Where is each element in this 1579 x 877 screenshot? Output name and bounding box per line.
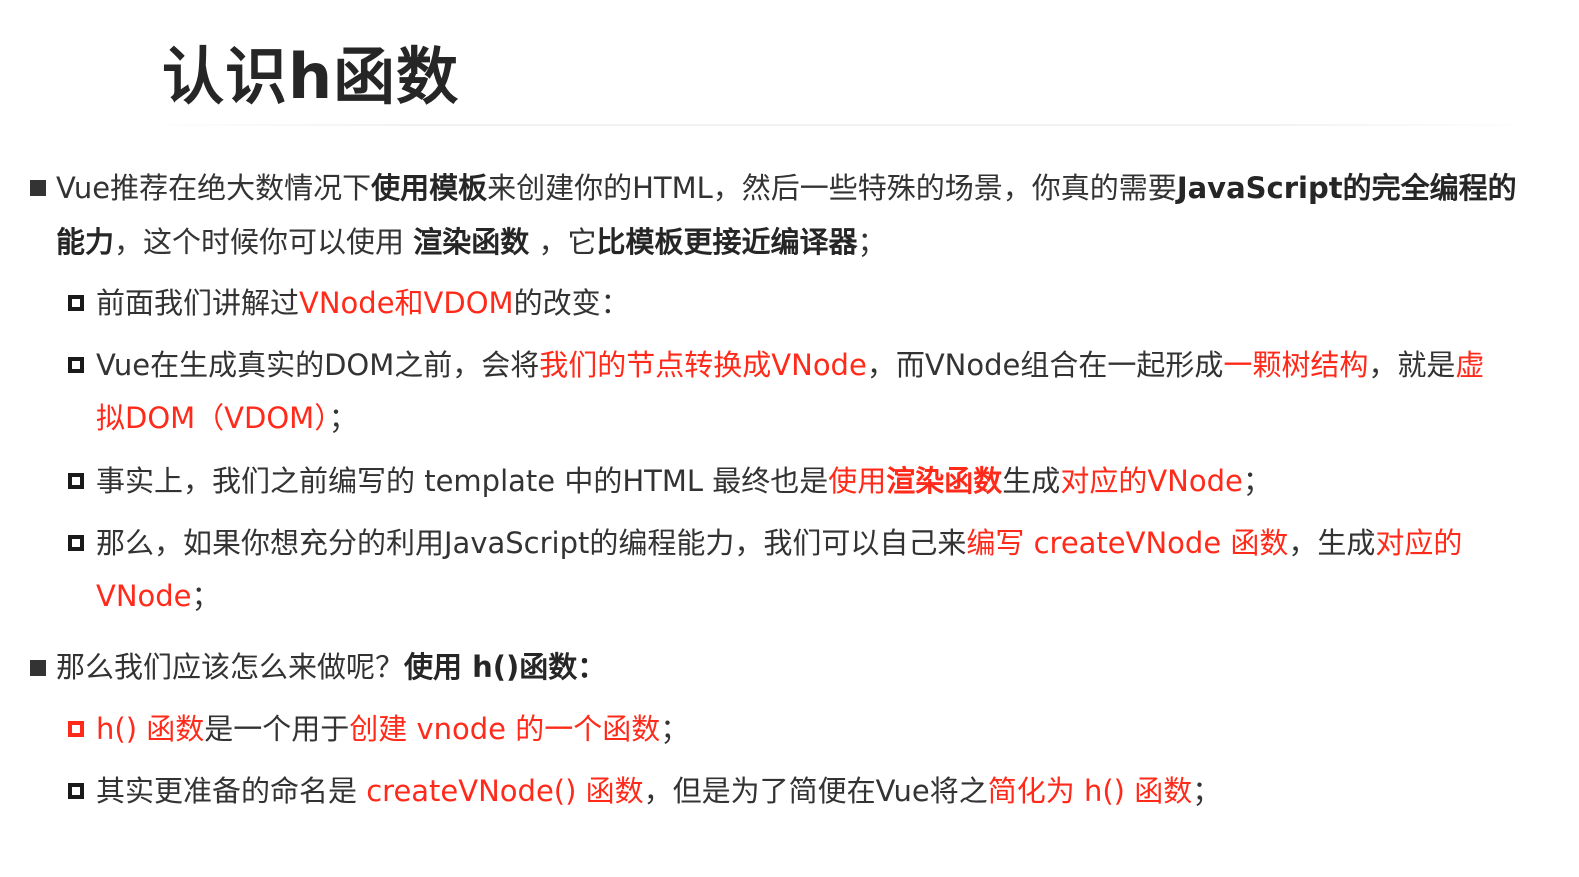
p1-line1: Vue推荐在绝大数情况下使用模板来创建你的HTML，然后一些特殊的场景，你真的需… [56,161,1546,215]
text-run: Vue推荐在绝大数情况下 [56,171,372,205]
text-run: 对应的 [1375,526,1463,560]
open-square-bullet-icon [68,721,84,737]
text-run: 使用 [828,464,887,498]
s4-line1: 那么，如果你想充分的利用JavaScript的编程能力，我们可以自己来编写 cr… [96,516,1546,570]
open-square-bullet-icon [68,535,84,551]
filled-square-bullet-icon [30,660,46,676]
text-run: ； [1242,464,1272,498]
text-run: h() 函数 [96,712,205,746]
text-run: 生成 [1002,464,1061,498]
open-square-bullet-icon [68,783,84,799]
text-run: 简化为 h() 函数 [987,774,1193,808]
text-run: VNode和VDOM [299,286,514,320]
text-run: 来创建你的HTML，然后一些特殊的场景，你真的需要 [487,171,1177,205]
text-run: 那么，如果你想充分的利用JavaScript的编程能力，我们可以自己来 [96,526,967,560]
p1-line2: 能力，这个时候你可以使用 渲染函数 ，它比模板更接近编译器； [56,215,1546,269]
text-run: JavaScript的完全编程的 [1176,171,1517,205]
s2-line2: 拟DOM（VDOM）； [96,391,1546,445]
s1-text: 前面我们讲解过VNode和VDOM的改变： [96,276,1546,330]
text-run: 使用模板 [371,171,488,205]
text-run: 事实上，我们之前编写的 template 中的HTML 最终也是 [96,464,829,498]
open-square-bullet-icon [68,295,84,311]
text-run: 比模板更接近编译器 [596,225,858,259]
text-run: 那么我们应该怎么来做呢？ [56,650,405,684]
text-run: 的改变： [513,286,630,320]
text-run: 编写 createVNode 函数 [966,526,1289,560]
filled-square-bullet-icon [30,180,46,196]
text-run: ，它 [529,225,597,259]
text-run: 渲染函数 [413,225,530,259]
text-run: ； [660,712,690,746]
text-run: 是一个用于 [204,712,350,746]
page-title: 认识h函数 [162,40,460,113]
text-run: 我们的节点转换成VNode [539,348,867,382]
text-run: ； [191,579,221,613]
text-run: ，生成 [1288,526,1376,560]
text-run: VNode [96,579,192,613]
text-run: ，但是为了简便在Vue将之 [643,774,988,808]
text-run: Vue在生成真实的DOM之前，会将 [96,348,540,382]
s6-text: 其实更准备的命名是 createVNode() 函数，但是为了简便在Vue将之简… [96,764,1546,818]
text-run: 创建 vnode 的一个函数 [349,712,661,746]
text-run: 虚 [1455,348,1485,382]
text-run: ； [857,225,887,259]
p2-text: 那么我们应该怎么来做呢？使用 h()函数： [56,640,1546,694]
text-run: ，就是 [1368,348,1456,382]
text-run: ； [1192,774,1222,808]
s3-text: 事实上，我们之前编写的 template 中的HTML 最终也是使用渲染函数生成… [96,454,1546,508]
text-run: 使用 h()函数： [404,650,607,684]
text-run: ； [328,401,358,435]
title-divider [130,124,1550,126]
text-run: 一颗树结构 [1223,348,1369,382]
text-run: 渲染函数 [886,464,1003,498]
text-run: 前面我们讲解过 [96,286,300,320]
s5-text: h() 函数是一个用于创建 vnode 的一个函数； [96,702,1546,756]
s4-line2: VNode； [96,569,1546,623]
text-run: ，而VNode组合在一起形成 [866,348,1224,382]
text-run: 对应的VNode [1060,464,1243,498]
text-run: 能力 [56,225,115,259]
text-run: ，这个时候你可以使用 [114,225,414,259]
text-run: 拟DOM（VDOM） [96,401,329,435]
open-square-bullet-icon [68,357,84,373]
text-run: createVNode() 函数 [366,774,644,808]
text-run: 其实更准备的命名是 [96,774,367,808]
s2-line1: Vue在生成真实的DOM之前，会将我们的节点转换成VNode，而VNode组合在… [96,338,1546,392]
open-square-bullet-icon [68,473,84,489]
